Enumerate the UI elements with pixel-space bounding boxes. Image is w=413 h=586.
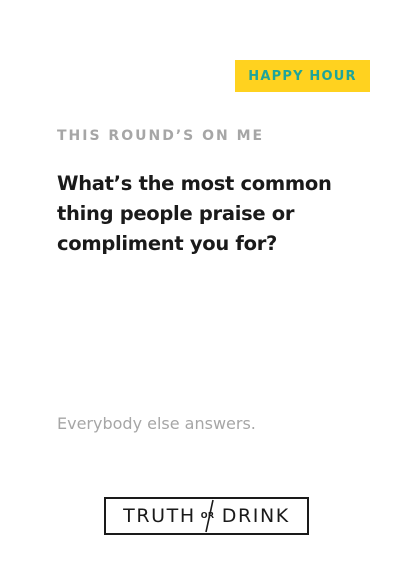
logo-word-truth: TRUTH (123, 504, 196, 527)
question-card: HAPPY HOUR THIS ROUND’S ON ME What’s the… (0, 0, 413, 586)
question-text: What’s the most common thing people prai… (57, 172, 332, 255)
tag-label: HAPPY HOUR (248, 68, 357, 84)
instruction-text: Everybody else answers. (57, 414, 256, 433)
logo-or-divider: OR (198, 499, 220, 533)
happy-hour-tag: HAPPY HOUR (235, 60, 370, 92)
logo-word-or: OR (200, 511, 215, 520)
truth-or-drink-logo: TRUTH OR DRINK (104, 497, 309, 535)
logo-word-drink: DRINK (221, 504, 290, 527)
round-label: THIS ROUND’S ON ME (57, 128, 265, 144)
